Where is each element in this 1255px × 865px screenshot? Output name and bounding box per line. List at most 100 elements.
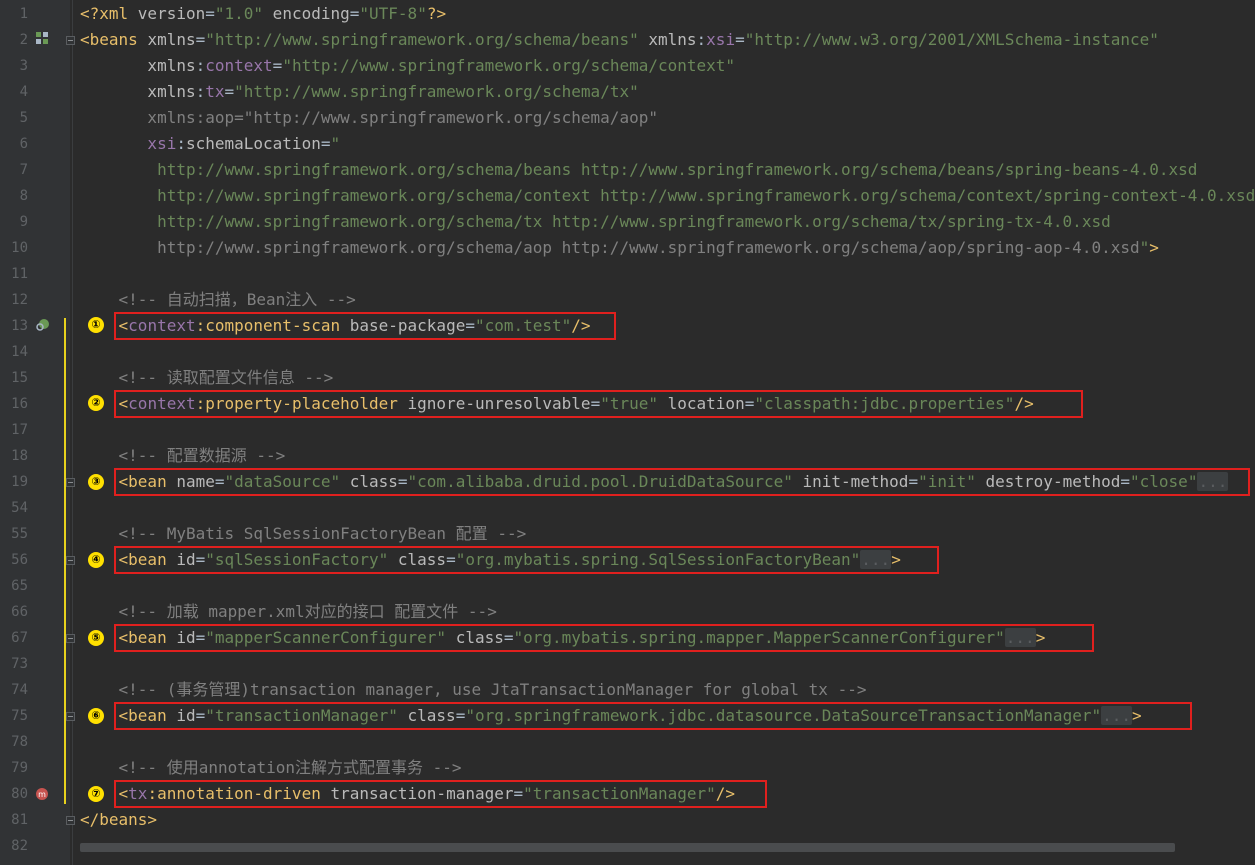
- line-number: 16: [11, 396, 28, 412]
- code-token: <!-- (事务管理)transaction manager, use JtaT…: [80, 680, 867, 699]
- fold-toggle-icon[interactable]: [66, 816, 75, 825]
- code-line[interactable]: 14: [0, 339, 1255, 365]
- code-line[interactable]: 74 <!-- (事务管理)transaction manager, use J…: [0, 677, 1255, 703]
- code-text[interactable]: <!-- 自动扫描，Bean注入 -->: [80, 287, 356, 313]
- code-text[interactable]: http://www.springframework.org/schema/co…: [80, 183, 1255, 209]
- code-line[interactable]: 3 xmlns:context="http://www.springframew…: [0, 53, 1255, 79]
- code-text[interactable]: <!-- 读取配置文件信息 -->: [80, 365, 334, 391]
- code-token: <beans: [80, 30, 148, 49]
- code-token: "http://www.springframework.org/schema/c…: [282, 56, 736, 75]
- code-token: tx: [205, 82, 225, 101]
- line-number: 2: [19, 32, 28, 48]
- code-text[interactable]: <beans xmlns="http://www.springframework…: [80, 27, 1159, 53]
- code-text[interactable]: http://www.springframework.org/schema/be…: [80, 157, 1197, 183]
- marker-3: ③: [88, 474, 104, 490]
- code-line[interactable]: 11: [0, 261, 1255, 287]
- code-text[interactable]: <?xml version="1.0" encoding="UTF-8"?>: [80, 1, 446, 27]
- fold-toggle-icon[interactable]: [66, 556, 75, 565]
- code-line[interactable]: 81 </beans>: [0, 807, 1255, 833]
- code-line[interactable]: 6 xsi:schemaLocation=": [0, 131, 1255, 157]
- line-number: 3: [19, 58, 28, 74]
- line-number: 74: [11, 682, 28, 698]
- code-line[interactable]: 79 <!-- 使用annotation注解方式配置事务 -->: [0, 755, 1255, 781]
- horizontal-scrollbar[interactable]: [80, 843, 1175, 852]
- code-token: ": [330, 134, 341, 153]
- code-text[interactable]: xsi:schemaLocation=": [80, 131, 340, 157]
- code-line[interactable]: 8 http://www.springframework.org/schema/…: [0, 183, 1255, 209]
- svg-text:m: m: [38, 790, 46, 799]
- code-token: xmlns: [80, 56, 196, 75]
- code-token: http://www.springframework.org/schema/be…: [80, 160, 1198, 179]
- code-text[interactable]: <!-- 使用annotation注解方式配置事务 -->: [80, 755, 462, 781]
- code-token: schemaLocation: [185, 134, 321, 153]
- code-text[interactable]: <!-- 配置数据源 -->: [80, 443, 286, 469]
- code-text[interactable]: <!-- (事务管理)transaction manager, use JtaT…: [80, 677, 867, 703]
- line-number: 14: [11, 344, 28, 360]
- code-line[interactable]: 2 <beans xmlns="http://www.springframewor…: [0, 27, 1255, 53]
- highlight-box-2: [114, 390, 1083, 418]
- code-token: xsi: [706, 30, 736, 49]
- highlight-box-6: [114, 702, 1192, 730]
- code-line[interactable]: 17: [0, 417, 1255, 443]
- highlight-box-7: [114, 780, 767, 808]
- code-text[interactable]: </beans>: [80, 807, 157, 833]
- code-token: <?xml: [80, 4, 138, 23]
- line-number: 5: [19, 110, 28, 126]
- code-token: :: [195, 82, 206, 101]
- code-token: "http://www.springframework.org/schema/t…: [234, 82, 639, 101]
- code-line[interactable]: 1 <?xml version="1.0" encoding="UTF-8"?>: [0, 1, 1255, 27]
- fold-toggle-icon[interactable]: [66, 712, 75, 721]
- code-token: =: [224, 82, 235, 101]
- fold-toggle-icon[interactable]: [66, 478, 75, 487]
- code-token: xmlns: [80, 82, 196, 101]
- line-number: 10: [11, 240, 28, 256]
- code-line[interactable]: 10 http://www.springframework.org/schema…: [0, 235, 1255, 261]
- code-line[interactable]: 7 http://www.springframework.org/schema/…: [0, 157, 1255, 183]
- code-line[interactable]: 15 <!-- 读取配置文件信息 -->: [0, 365, 1255, 391]
- fold-toggle-icon[interactable]: [66, 36, 75, 45]
- code-line[interactable]: 9 http://www.springframework.org/schema/…: [0, 209, 1255, 235]
- fold-toggle-icon[interactable]: [66, 634, 75, 643]
- code-token: "http://www.springframework.org/schema/b…: [205, 30, 639, 49]
- code-text[interactable]: xmlns:tx="http://www.springframework.org…: [80, 79, 639, 105]
- code-line[interactable]: 65: [0, 573, 1255, 599]
- code-text[interactable]: <!-- 加载 mapper.xml对应的接口 配置文件 -->: [80, 599, 497, 625]
- code-text[interactable]: http://www.springframework.org/schema/ao…: [80, 235, 1159, 261]
- line-number: 11: [11, 266, 28, 282]
- code-token: version: [137, 4, 206, 23]
- component-scan-icon[interactable]: [35, 318, 49, 332]
- code-token: "UTF-8": [359, 4, 427, 23]
- code-token: =: [349, 4, 360, 23]
- code-line[interactable]: 18 <!-- 配置数据源 -->: [0, 443, 1255, 469]
- marker-2: ②: [88, 395, 104, 411]
- code-line[interactable]: 4 xmlns:tx="http://www.springframework.o…: [0, 79, 1255, 105]
- line-number: 66: [11, 604, 28, 620]
- line-number: 67: [11, 630, 28, 646]
- code-text[interactable]: <!-- MyBatis SqlSessionFactoryBean 配置 --…: [80, 521, 527, 547]
- code-token: <!-- 读取配置文件信息 -->: [80, 368, 334, 387]
- line-number: 65: [11, 578, 28, 594]
- line-number: 13: [11, 318, 28, 334]
- transaction-icon[interactable]: m: [35, 787, 49, 801]
- code-line[interactable]: 55 <!-- MyBatis SqlSessionFactoryBean 配置…: [0, 521, 1255, 547]
- line-number: 80: [11, 786, 28, 802]
- code-text[interactable]: xmlns:aop="http://www.springframework.or…: [80, 105, 658, 131]
- code-token: <!-- 使用annotation注解方式配置事务 -->: [80, 758, 462, 777]
- code-line[interactable]: 73: [0, 651, 1255, 677]
- code-token: http://www.springframework.org/schema/co…: [80, 186, 1255, 205]
- code-line[interactable]: 54: [0, 495, 1255, 521]
- code-token: <!-- MyBatis SqlSessionFactoryBean 配置 --…: [80, 524, 527, 543]
- code-token: "1.0": [214, 4, 264, 23]
- code-line[interactable]: 66 <!-- 加载 mapper.xml对应的接口 配置文件 -->: [0, 599, 1255, 625]
- spring-beans-icon[interactable]: [35, 31, 49, 45]
- highlight-box-1: [114, 312, 616, 340]
- code-text[interactable]: xmlns:context="http://www.springframewor…: [80, 53, 735, 79]
- code-token: :: [195, 56, 206, 75]
- line-number: 75: [11, 708, 28, 724]
- marker-7: ⑦: [88, 786, 104, 802]
- code-line[interactable]: 5 xmlns:aop="http://www.springframework.…: [0, 105, 1255, 131]
- code-text[interactable]: http://www.springframework.org/schema/tx…: [80, 209, 1111, 235]
- code-line[interactable]: 12 <!-- 自动扫描，Bean注入 -->: [0, 287, 1255, 313]
- line-number: 55: [11, 526, 28, 542]
- code-line[interactable]: 78: [0, 729, 1255, 755]
